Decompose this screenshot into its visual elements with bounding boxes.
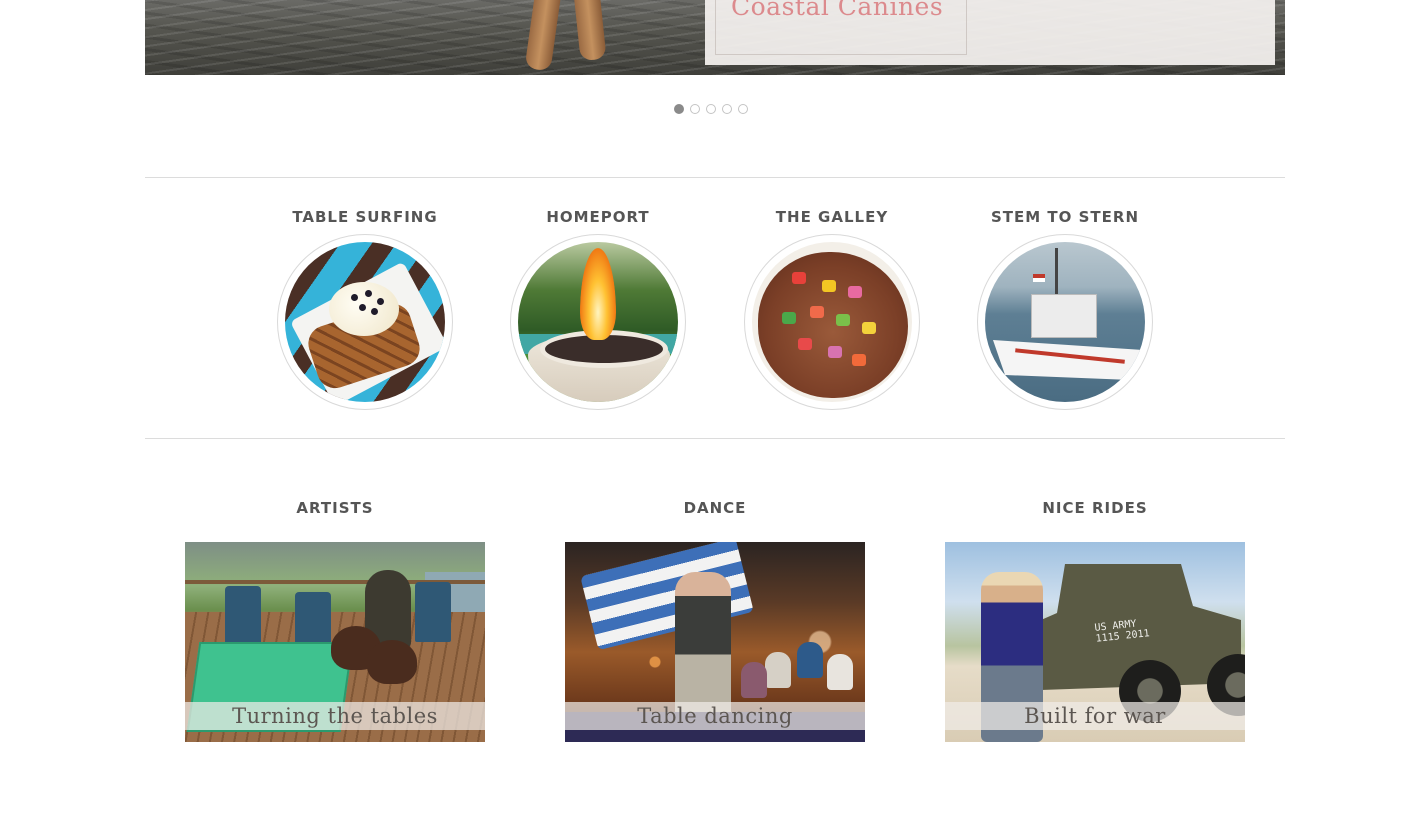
card-title[interactable]: ARTISTS <box>185 496 485 520</box>
card-caption: Turning the tables <box>185 702 485 730</box>
hero-caption-title[interactable]: Coastal Canines <box>731 0 943 21</box>
carousel-dot-5[interactable] <box>738 104 748 114</box>
feature-image-ring[interactable] <box>744 234 920 410</box>
carousel-dot-1[interactable] <box>674 104 684 114</box>
card-title[interactable]: DANCE <box>565 496 865 520</box>
carousel-pagination <box>674 104 748 114</box>
card-title[interactable]: NICE RIDES <box>945 496 1245 520</box>
feature-homeport[interactable]: HOMEPORT <box>478 206 718 410</box>
army-jeep-photo[interactable]: US ARMY 1115 2011 Built for war <box>945 542 1245 742</box>
feature-image-ring[interactable] <box>277 234 453 410</box>
feature-title[interactable]: HOMEPORT <box>478 206 718 228</box>
card-nice-rides[interactable]: NICE RIDES US ARMY 1115 2011 Built for w… <box>945 496 1245 742</box>
feature-image-ring[interactable] <box>977 234 1153 410</box>
deck-with-dogs-photo[interactable]: Turning the tables <box>185 542 485 742</box>
feature-stem-to-stern[interactable]: STEM TO STERN <box>945 206 1185 410</box>
restaurant-dancer-photo[interactable]: Table dancing <box>565 542 865 742</box>
hero-slider[interactable]: Coastal Canines <box>145 0 1285 75</box>
feature-table-surfing[interactable]: TABLE SURFING <box>245 206 485 410</box>
card-dance[interactable]: DANCE Table dancing <box>565 496 865 742</box>
feature-the-galley[interactable]: THE GALLEY <box>712 206 952 410</box>
carousel-dot-2[interactable] <box>690 104 700 114</box>
feature-image-ring[interactable] <box>510 234 686 410</box>
fire-bowl-photo[interactable] <box>518 242 678 402</box>
card-artists[interactable]: ARTISTS Turning the tables <box>185 496 485 742</box>
card-caption: Built for war <box>945 702 1245 730</box>
section-divider <box>145 438 1285 439</box>
feature-title[interactable]: STEM TO STERN <box>945 206 1185 228</box>
boat-photo[interactable] <box>985 242 1145 402</box>
carousel-dot-4[interactable] <box>722 104 732 114</box>
feature-title[interactable]: TABLE SURFING <box>245 206 485 228</box>
waffle-dessert-photo[interactable] <box>285 242 445 402</box>
hero-caption-panel: Coastal Canines <box>705 0 1275 65</box>
carousel-dot-3[interactable] <box>706 104 716 114</box>
salsa-dish-photo[interactable] <box>752 242 912 402</box>
section-divider <box>145 177 1285 178</box>
feature-title[interactable]: THE GALLEY <box>712 206 952 228</box>
card-caption: Table dancing <box>565 702 865 730</box>
